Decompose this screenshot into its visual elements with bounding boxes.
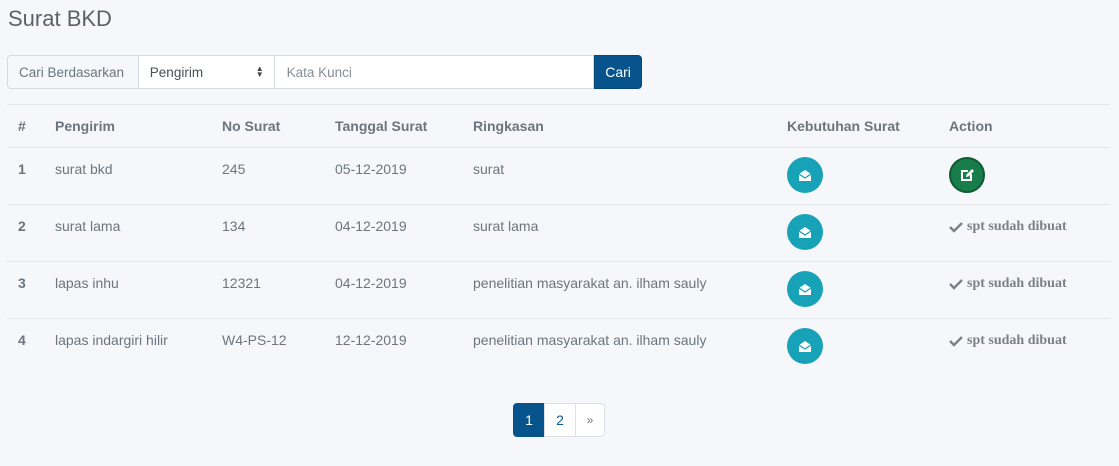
table-row: 2 surat lama 134 04-12-2019 surat lama s…	[7, 204, 1110, 262]
row-number: 2	[18, 218, 26, 234]
row-tanggal: 04-12-2019	[335, 275, 407, 291]
envelope-open-icon	[798, 226, 812, 238]
row-pengirim: lapas inhu	[55, 275, 119, 291]
header-tanggal-surat: Tanggal Surat	[335, 118, 428, 134]
pagination: 1 2 »	[513, 403, 605, 437]
row-ringkasan: penelitian masyarakat an. ilham sauly	[473, 332, 707, 348]
search-field-select[interactable]: Pengirim ▲ ▼	[138, 55, 275, 89]
search-by-label: Cari Berdasarkan	[7, 55, 139, 89]
table-header-row: # Pengirim No Surat Tanggal Surat Ringka…	[7, 104, 1110, 148]
search-button[interactable]: Cari	[594, 55, 642, 89]
check-icon	[949, 279, 963, 290]
page-title: Surat BKD	[8, 6, 112, 31]
page-2-button[interactable]: 2	[544, 403, 576, 437]
table-row: 4 lapas indargiri hilir W4-PS-12 12-12-2…	[7, 318, 1110, 376]
search-input[interactable]: Kata Kunci	[274, 55, 595, 89]
row-number: 1	[18, 161, 26, 177]
next-page-button[interactable]: »	[575, 403, 605, 437]
envelope-open-icon	[798, 169, 812, 181]
view-letter-button[interactable]	[787, 214, 823, 250]
row-tanggal: 04-12-2019	[335, 218, 407, 234]
row-ringkasan: surat	[473, 161, 505, 177]
status-text: spt sudah dibuat	[967, 276, 1067, 291]
status-text: spt sudah dibuat	[967, 333, 1067, 348]
table-row: 1 surat bkd 245 05-12-2019 surat	[7, 147, 1110, 205]
select-arrows-icon: ▲ ▼	[255, 64, 264, 79]
view-letter-button[interactable]	[787, 271, 823, 307]
row-pengirim: surat lama	[55, 218, 121, 234]
status-spt: spt sudah dibuat	[949, 275, 1099, 292]
header-number: #	[18, 118, 26, 134]
row-tanggal: 12-12-2019	[335, 332, 407, 348]
row-pengirim: surat bkd	[55, 161, 113, 177]
row-no-surat: 12321	[222, 275, 261, 291]
row-ringkasan: surat lama	[473, 218, 539, 234]
check-icon	[949, 222, 963, 233]
row-no-surat: W4-PS-12	[222, 332, 287, 348]
row-ringkasan: penelitian masyarakat an. ilham sauly	[473, 275, 707, 291]
header-pengirim: Pengirim	[55, 118, 115, 134]
letters-table: # Pengirim No Surat Tanggal Surat Ringka…	[7, 104, 1110, 376]
page-1-button[interactable]: 1	[513, 403, 545, 437]
check-icon	[949, 336, 963, 347]
envelope-open-icon	[798, 340, 812, 352]
search-bar: Cari Berdasarkan Pengirim ▲ ▼ Kata Kunci …	[7, 55, 642, 89]
header-ringkasan: Ringkasan	[473, 118, 544, 134]
edit-icon	[961, 169, 974, 181]
view-letter-button[interactable]	[787, 328, 823, 364]
row-no-surat: 134	[222, 218, 246, 234]
table-row: 3 lapas inhu 12321 04-12-2019 penelitian…	[7, 261, 1110, 319]
row-no-surat: 245	[222, 161, 246, 177]
header-action: Action	[949, 118, 993, 134]
edit-button[interactable]	[949, 157, 985, 193]
envelope-open-icon	[798, 283, 812, 295]
search-field-value: Pengirim	[149, 64, 204, 80]
view-letter-button[interactable]	[787, 157, 823, 193]
header-no-surat: No Surat	[222, 118, 281, 134]
status-spt: spt sudah dibuat	[949, 218, 1099, 235]
row-tanggal: 05-12-2019	[335, 161, 407, 177]
header-kebutuhan-surat: Kebutuhan Surat	[787, 118, 900, 134]
status-text: spt sudah dibuat	[967, 219, 1067, 234]
status-spt: spt sudah dibuat	[949, 332, 1099, 349]
row-number: 3	[18, 275, 26, 291]
row-pengirim: lapas indargiri hilir	[55, 332, 168, 348]
row-number: 4	[18, 332, 26, 348]
